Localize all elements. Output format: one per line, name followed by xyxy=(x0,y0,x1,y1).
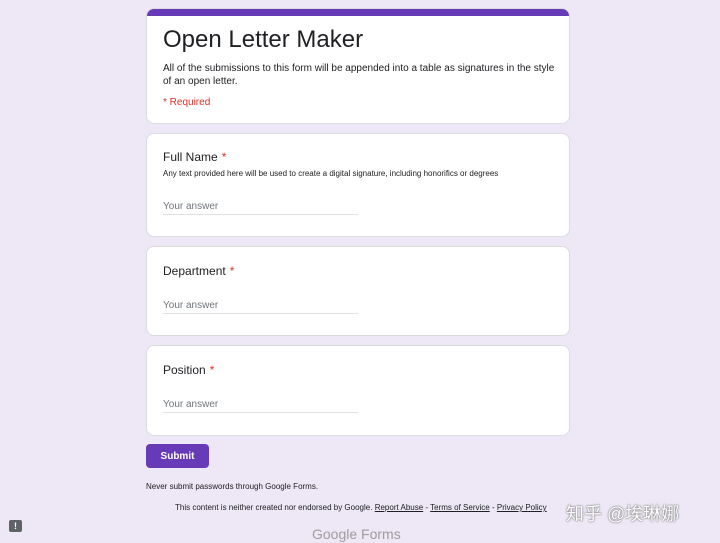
password-warning: Never submit passwords through Google Fo… xyxy=(146,482,319,491)
required-star: * xyxy=(221,150,227,164)
logo-google-text: Google xyxy=(312,526,358,542)
question-label-text: Department xyxy=(163,264,226,278)
position-input[interactable] xyxy=(163,397,358,413)
required-star: * xyxy=(229,264,235,278)
required-note: * Required xyxy=(163,97,211,108)
privacy-policy-link[interactable]: Privacy Policy xyxy=(497,503,547,512)
form-header-card: Open Letter Maker All of the submissions… xyxy=(146,8,570,124)
question-label-text: Full Name xyxy=(163,150,218,164)
question-label-position: Position * xyxy=(163,363,214,377)
question-help-text: Any text provided here will be used to c… xyxy=(163,169,499,178)
question-label-text: Position xyxy=(163,363,206,377)
form-description: All of the submissions to this form will… xyxy=(163,63,555,87)
footer-line: This content is neither created nor endo… xyxy=(175,503,547,512)
form-title: Open Letter Maker xyxy=(163,26,364,53)
footer-separator: - xyxy=(425,503,429,512)
question-card-department: Department * xyxy=(146,246,570,336)
logo-forms-text: Forms xyxy=(361,526,401,542)
question-card-position: Position * xyxy=(146,345,570,436)
footer-separator: - xyxy=(491,503,495,512)
terms-of-service-link[interactable]: Terms of Service xyxy=(430,503,490,512)
question-label-full-name: Full Name * xyxy=(163,150,226,164)
department-input[interactable] xyxy=(163,298,358,314)
submit-button[interactable]: Submit xyxy=(146,444,209,468)
feedback-icon[interactable]: ! xyxy=(9,520,22,532)
required-star: * xyxy=(209,363,215,377)
report-abuse-link[interactable]: Report Abuse xyxy=(375,503,423,512)
full-name-input[interactable] xyxy=(163,199,358,215)
question-card-full-name: Full Name * Any text provided here will b… xyxy=(146,133,570,237)
footer-disclaimer: This content is neither created nor endo… xyxy=(175,503,373,512)
watermark: 知乎 @埃琳娜 xyxy=(566,504,680,524)
google-forms-logo[interactable]: Google Forms xyxy=(312,526,401,542)
header-accent-bar xyxy=(147,9,569,16)
question-label-department: Department * xyxy=(163,264,234,278)
